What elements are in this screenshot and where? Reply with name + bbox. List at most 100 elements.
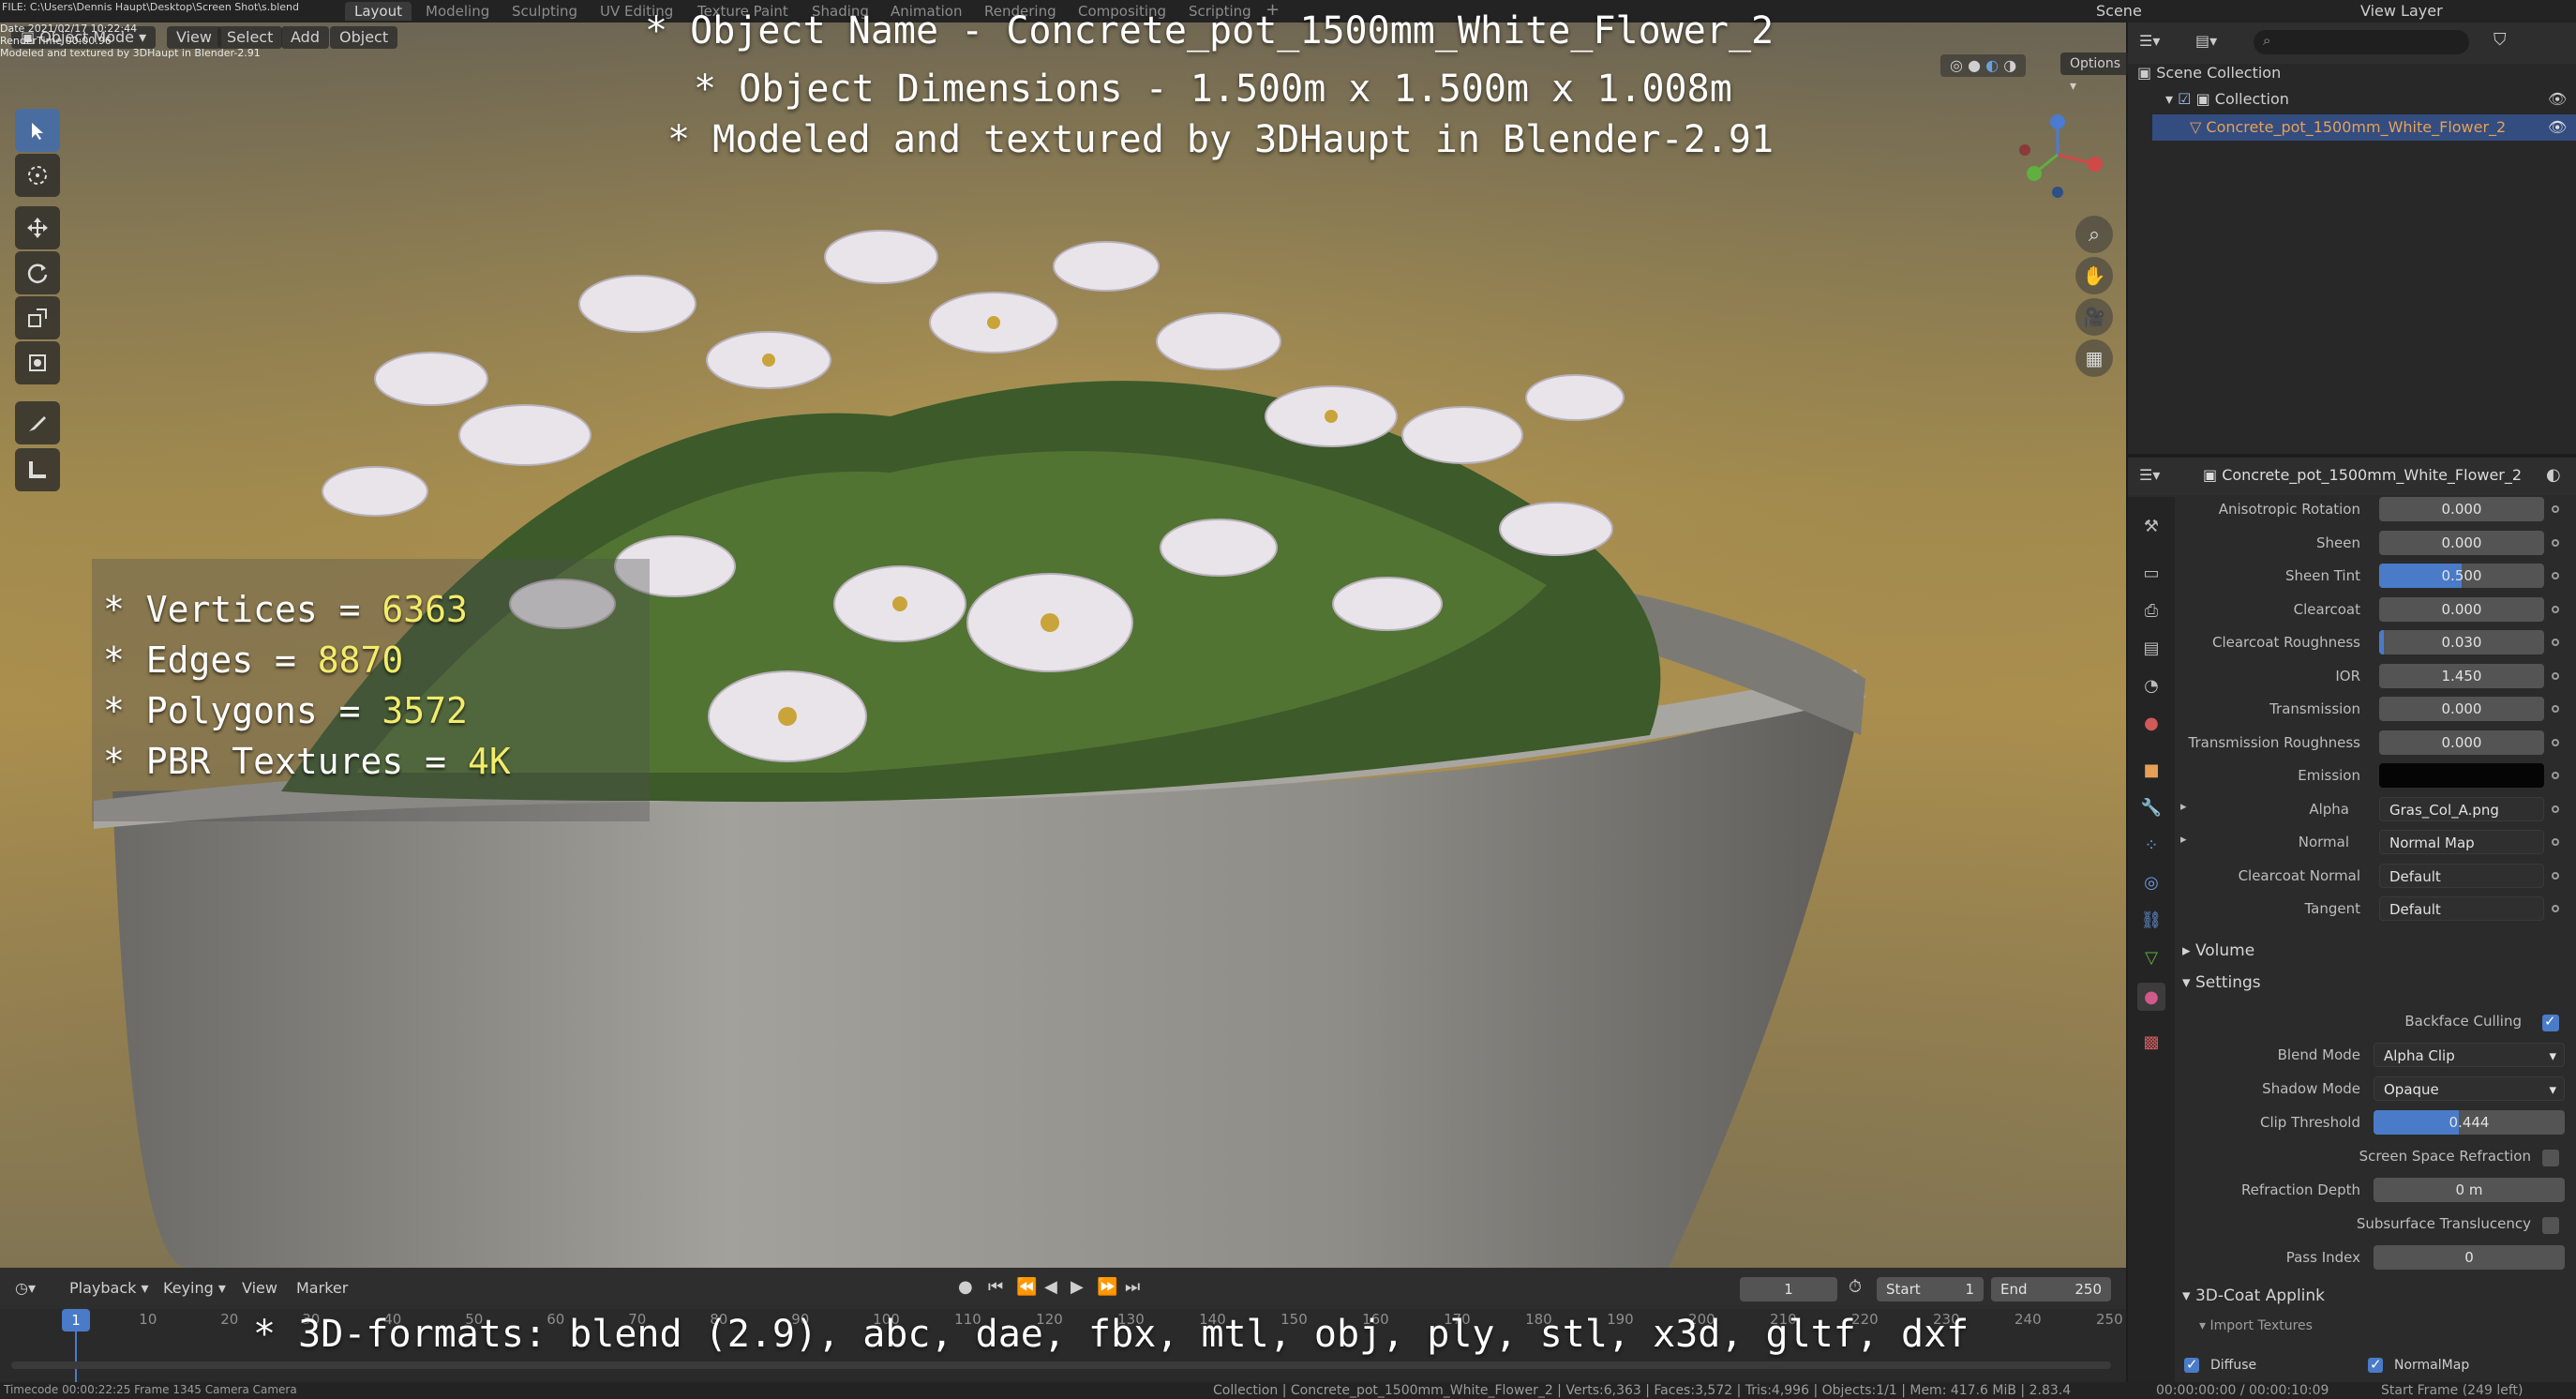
prop-field-tangent[interactable]: Default: [2379, 896, 2544, 921]
navigation-gizmo[interactable]: [2006, 103, 2109, 206]
tab-texture[interactable]: ▩: [2137, 1028, 2165, 1056]
menu-timeline-view[interactable]: View: [242, 1279, 277, 1297]
menu-keying[interactable]: Keying ▾: [163, 1279, 226, 1297]
prop-field-clearcoat-normal[interactable]: Default: [2379, 863, 2544, 888]
material-preview-icon[interactable]: ◐: [1985, 56, 1999, 74]
editor-type-icon[interactable]: ☰▾: [2139, 466, 2160, 484]
record-icon[interactable]: ●: [958, 1277, 973, 1297]
ssr-checkbox[interactable]: [2542, 1150, 2559, 1166]
end-frame-field[interactable]: End 250: [1991, 1277, 2111, 1301]
socket-dot-icon[interactable]: [2552, 639, 2559, 646]
socket-dot-icon[interactable]: [2552, 538, 2559, 547]
socket-dot-icon[interactable]: [2552, 805, 2559, 813]
scene-label[interactable]: Scene: [2096, 2, 2142, 20]
socket-dot-icon[interactable]: [2552, 871, 2559, 880]
prop-field-sheen[interactable]: 0.000: [2379, 530, 2544, 555]
menu-add[interactable]: Add: [281, 26, 329, 49]
timeline-scrollbar[interactable]: [11, 1361, 2111, 1369]
select-box-tool[interactable]: [15, 109, 60, 152]
outliner-row-scene-collection[interactable]: ▣ Scene Collection: [2137, 64, 2281, 82]
outliner-row-object-selected[interactable]: ▽ Concrete_pot_1500mm_White_Flower_2 👁: [2152, 114, 2576, 141]
section-settings[interactable]: ▾ Settings: [2182, 973, 2261, 992]
tab-particles[interactable]: ⁘: [2137, 831, 2165, 859]
cursor-tool[interactable]: [15, 154, 60, 197]
measure-tool[interactable]: [15, 448, 60, 491]
blend-mode-dropdown[interactable]: Alpha Clip ▾: [2374, 1043, 2565, 1067]
current-frame-field[interactable]: 1: [1740, 1277, 1837, 1301]
subsurface-checkbox[interactable]: [2542, 1217, 2559, 1234]
jump-end-icon[interactable]: ⏭: [1125, 1277, 1140, 1297]
prop-field-anisotropic-rotation[interactable]: 0.000: [2379, 497, 2544, 521]
section-volume[interactable]: ▸ Volume: [2182, 941, 2254, 960]
prop-field-transmission[interactable]: 0.000: [2379, 697, 2544, 721]
view-layer-label[interactable]: View Layer: [2360, 2, 2443, 20]
clip-threshold-slider[interactable]: 0.444: [2374, 1110, 2565, 1135]
tab-object[interactable]: ■: [2137, 756, 2165, 784]
socket-dot-icon[interactable]: [2552, 671, 2559, 680]
pass-index-field[interactable]: 0: [2374, 1245, 2565, 1270]
tab-tool[interactable]: ⚒: [2137, 512, 2165, 540]
move-tool[interactable]: [15, 206, 60, 249]
prop-field-clearcoat[interactable]: 0.000: [2379, 596, 2544, 622]
filter-icon[interactable]: ⛉: [2494, 30, 2507, 50]
ortho-toggle-button[interactable]: ▦: [2075, 339, 2113, 377]
socket-dot-icon[interactable]: [2552, 572, 2559, 579]
play-icon[interactable]: ▶: [1071, 1277, 1084, 1297]
socket-dot-icon[interactable]: [2552, 905, 2559, 912]
normalmap-checkbox[interactable]: [2368, 1356, 2383, 1373]
outliner-row-collection[interactable]: ▾ ☑ ▣ Collection: [2165, 90, 2289, 108]
play-reverse-icon[interactable]: ◀: [1044, 1277, 1057, 1297]
display-mode-icon[interactable]: ▤▾: [2195, 32, 2217, 50]
prop-field-transmission-roughness[interactable]: 0.000: [2379, 730, 2544, 755]
shadow-mode-dropdown[interactable]: Opaque ▾: [2374, 1076, 2565, 1101]
tab-physics[interactable]: ◎: [2137, 868, 2165, 896]
expand-arrow-icon[interactable]: ▸: [2180, 833, 2187, 847]
wireframe-icon[interactable]: ◎: [1950, 56, 1963, 74]
menu-object[interactable]: Object: [330, 26, 398, 49]
prop-field-alpha[interactable]: Gras_Col_A.png: [2379, 796, 2544, 821]
prev-keyframe-icon[interactable]: ⏪: [1016, 1277, 1037, 1297]
jump-start-icon[interactable]: ⏮: [988, 1277, 1003, 1297]
editor-type-icon[interactable]: ☰▾: [2139, 32, 2160, 50]
socket-dot-icon[interactable]: [2552, 505, 2559, 513]
pin-icon[interactable]: ◐: [2546, 465, 2561, 485]
tab-layout[interactable]: Layout: [345, 2, 412, 21]
backface-culling-checkbox[interactable]: [2542, 1013, 2559, 1031]
tab-render[interactable]: ▭: [2137, 559, 2165, 587]
options-button[interactable]: Options ▾: [2060, 53, 2131, 94]
menu-marker[interactable]: Marker: [296, 1279, 348, 1297]
transform-tool[interactable]: [15, 341, 60, 384]
socket-dot-icon[interactable]: [2552, 605, 2559, 613]
socket-dot-icon[interactable]: [2552, 772, 2559, 779]
menu-playback[interactable]: Playback ▾: [69, 1279, 149, 1297]
tab-data[interactable]: ▽: [2137, 943, 2165, 971]
eye-icon[interactable]: 👁: [2548, 90, 2567, 108]
start-frame-field[interactable]: Start 1: [1877, 1277, 1984, 1301]
prop-field-normal[interactable]: Normal Map: [2379, 830, 2544, 854]
tab-material[interactable]: ●: [2137, 983, 2165, 1011]
prop-field-emission[interactable]: [2379, 763, 2544, 788]
prop-field-sheen-tint[interactable]: 0.500: [2379, 564, 2544, 588]
section-3dcoat[interactable]: ▾ 3D-Coat Applink: [2182, 1286, 2325, 1305]
tab-output[interactable]: ⎙: [2137, 596, 2165, 624]
refraction-depth-field[interactable]: 0 m: [2374, 1178, 2565, 1202]
expand-arrow-icon[interactable]: ▾: [2165, 90, 2178, 108]
camera-view-button[interactable]: 🎥: [2075, 298, 2113, 336]
socket-dot-icon[interactable]: [2552, 705, 2559, 713]
tab-scene[interactable]: ◔: [2137, 671, 2165, 700]
import-textures-row[interactable]: ▾ Import Textures: [2199, 1318, 2313, 1333]
solid-icon[interactable]: ●: [1968, 56, 1981, 74]
tab-world[interactable]: ●: [2137, 709, 2165, 737]
socket-dot-icon[interactable]: [2552, 738, 2559, 746]
rotate-tool[interactable]: [15, 251, 60, 294]
tab-modifiers[interactable]: 🔧: [2137, 793, 2165, 821]
zoom-button[interactable]: ⌕: [2075, 216, 2113, 253]
stopwatch-icon[interactable]: ⏱: [1849, 1277, 1862, 1297]
tab-constraints[interactable]: ⛓: [2137, 906, 2165, 934]
expand-arrow-icon[interactable]: ▸: [2180, 800, 2187, 814]
tab-view-layer[interactable]: ▤: [2137, 634, 2165, 662]
outliner-search-input[interactable]: ⌕: [2254, 30, 2469, 54]
socket-dot-icon[interactable]: [2552, 838, 2559, 846]
playhead[interactable]: 1: [62, 1309, 90, 1331]
rendered-icon[interactable]: ◑: [2003, 56, 2016, 74]
